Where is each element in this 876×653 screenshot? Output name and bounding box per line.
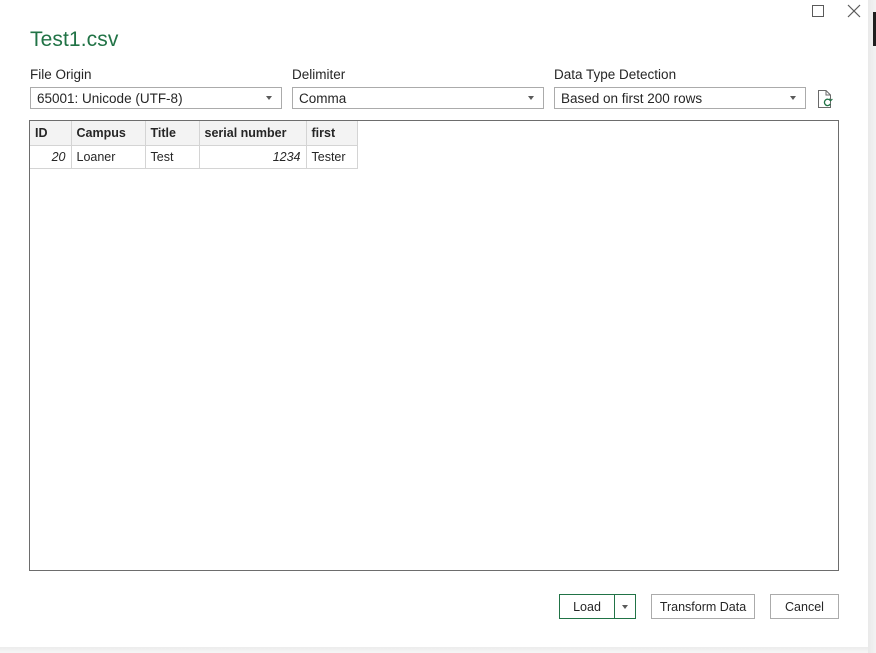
column-header-campus: Campus (71, 121, 146, 146)
maximize-icon (812, 5, 824, 17)
delimiter-value: Comma (299, 91, 347, 106)
header-row: ID Campus Title serial number first (30, 121, 358, 146)
chevron-down-icon (528, 96, 534, 100)
file-origin-value: 65001: Unicode (UTF-8) (37, 91, 183, 106)
column-header-serial-number: serial number (199, 121, 307, 146)
cell-serial-number: 1234 (199, 145, 307, 169)
cell-campus: Loaner (71, 145, 146, 169)
window-shadow-right (868, 0, 876, 653)
transform-data-button[interactable]: Transform Data (651, 594, 755, 619)
load-split-button: Load (559, 594, 636, 619)
delimiter-select[interactable]: Comma (292, 87, 544, 109)
maximize-button[interactable] (803, 0, 833, 22)
column-header-first: first (306, 121, 358, 146)
close-icon (847, 4, 861, 18)
refresh-preview-button[interactable] (815, 89, 835, 109)
chevron-down-icon (622, 604, 628, 609)
delimiter-label: Delimiter (292, 67, 346, 82)
data-type-detection-value: Based on first 200 rows (561, 91, 703, 106)
data-type-detection-select[interactable]: Based on first 200 rows (554, 87, 806, 109)
cell-title: Test (145, 145, 200, 169)
column-header-title: Title (145, 121, 200, 146)
chevron-down-icon (266, 96, 272, 100)
load-options-dropdown[interactable] (615, 595, 635, 618)
table-row: 20 Loaner Test 1234 Tester (30, 145, 358, 169)
load-button[interactable]: Load (560, 595, 615, 618)
chevron-down-icon (790, 96, 796, 100)
close-button[interactable] (839, 0, 869, 22)
preview-table: ID Campus Title serial number first 20 L… (30, 121, 358, 169)
column-header-id: ID (30, 121, 72, 146)
import-dialog: Test1.csv File Origin 65001: Unicode (UT… (0, 0, 868, 647)
file-origin-select[interactable]: 65001: Unicode (UTF-8) (30, 87, 282, 109)
cell-id: 20 (30, 145, 72, 169)
data-type-detection-label: Data Type Detection (554, 67, 677, 82)
dialog-title: Test1.csv (30, 28, 119, 51)
refresh-document-icon (818, 90, 833, 108)
file-origin-label: File Origin (30, 67, 92, 82)
data-preview-grid[interactable]: ID Campus Title serial number first 20 L… (29, 120, 839, 571)
window-shadow-bottom (0, 647, 868, 653)
cancel-button[interactable]: Cancel (770, 594, 839, 619)
cell-first: Tester (306, 145, 358, 169)
